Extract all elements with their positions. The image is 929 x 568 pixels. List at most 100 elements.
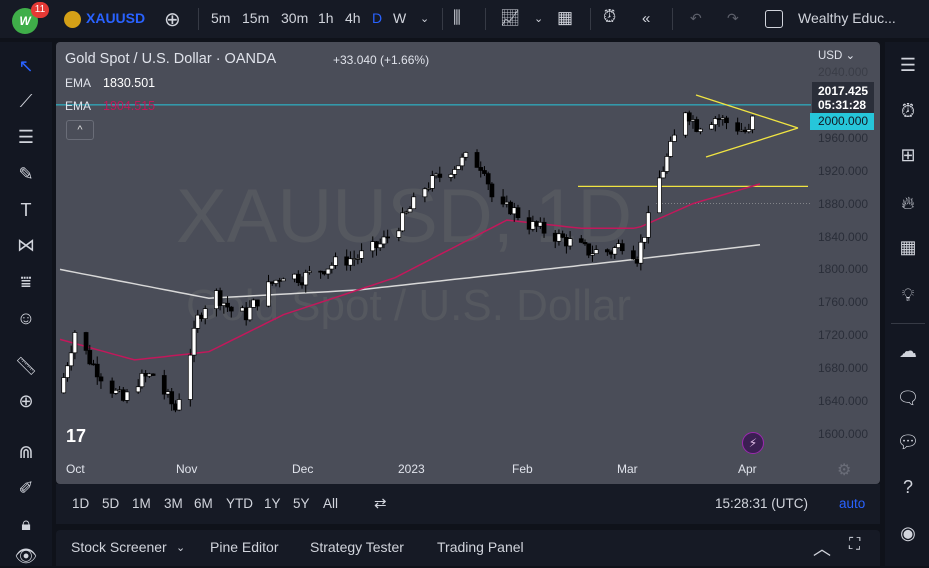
timeframe-1m[interactable]: 1M	[132, 496, 151, 511]
interval-15m[interactable]: 15m	[242, 10, 269, 26]
tradingview-logo: 17	[66, 426, 87, 446]
trend-line-icon[interactable]: ⟋	[14, 89, 38, 113]
timeframe-1y[interactable]: 1Y	[264, 496, 281, 511]
eye-icon[interactable]: 👁︎	[14, 544, 38, 568]
candle-body	[429, 175, 435, 189]
interval-w[interactable]: W	[393, 10, 406, 26]
pattern-icon[interactable]: ⋈	[14, 233, 38, 257]
maximize-panel-icon[interactable]: ⛶	[849, 536, 860, 554]
undo-icon[interactable]: ↶	[690, 10, 702, 27]
interval-1h[interactable]: 1h	[318, 10, 334, 26]
candle-body	[325, 268, 331, 275]
chats-icon[interactable]: 🗨︎	[895, 385, 921, 411]
price-tick: 1880.000	[818, 196, 869, 211]
prediction-icon[interactable]: ⩸	[14, 270, 38, 294]
alarm-icon[interactable]: ⏰︎	[895, 98, 921, 124]
interval-chevron-icon[interactable]: ⌄	[420, 12, 429, 25]
zoom-in-icon[interactable]: ⊕	[14, 389, 38, 413]
timeframe-6m[interactable]: 6M	[194, 496, 213, 511]
candle-body	[254, 299, 260, 307]
candle-body	[489, 183, 495, 198]
cursor-icon[interactable]: ↖	[14, 54, 38, 78]
notification-badge: 11	[31, 2, 49, 18]
candle-body	[660, 171, 666, 179]
text-icon[interactable]: T	[14, 198, 38, 222]
candle-body	[385, 236, 391, 239]
lock-icon[interactable]: 🔒︎	[14, 512, 38, 536]
timeframe-3m[interactable]: 3M	[164, 496, 183, 511]
currency-select[interactable]: USD ⌄	[818, 48, 855, 62]
price-change: +33.040 (+1.66%)	[333, 53, 430, 67]
interval-5m[interactable]: 5m	[211, 10, 230, 26]
ideas-bulb-icon[interactable]: 💡︎	[895, 282, 921, 308]
brush-icon[interactable]: ✎	[14, 162, 38, 186]
price-tick: 1720.000	[818, 328, 869, 343]
price-tick: 1680.000	[818, 361, 869, 376]
price-tick: 1960.000	[818, 130, 869, 145]
timeframe-5y[interactable]: 5Y	[293, 496, 310, 511]
messages-icon[interactable]: 💬︎	[895, 429, 921, 455]
ema1-label: EMA	[65, 76, 92, 90]
chat-cloud-icon[interactable]: ☁	[895, 338, 921, 364]
layout-name[interactable]: Wealthy Educ...	[798, 10, 896, 26]
help-icon[interactable]: ?	[895, 474, 921, 500]
hotlist-fire-icon[interactable]: 🔥︎	[895, 190, 921, 216]
collapse-panel-icon[interactable]: ︿	[813, 535, 831, 561]
candle-body	[578, 238, 584, 243]
time-tick: Apr	[738, 462, 757, 476]
candle-body	[202, 308, 208, 320]
add-list-icon[interactable]: ⊞	[895, 142, 921, 168]
templates-grid-icon[interactable]: ▦	[557, 8, 573, 28]
time-tick: Dec	[292, 462, 314, 476]
watchlist-icon[interactable]: ☰	[895, 52, 921, 78]
magnet-icon[interactable]: ⋒	[14, 440, 38, 464]
tab-strategy-tester[interactable]: Strategy Tester	[310, 539, 404, 555]
screener-chevron-icon[interactable]: ⌄	[176, 541, 185, 554]
timeframe-5d[interactable]: 5D	[102, 496, 119, 511]
timeframe-all[interactable]: All	[323, 496, 338, 511]
price-tick: 1760.000	[818, 295, 869, 310]
lightning-icon[interactable]: ⚡︎	[742, 432, 764, 454]
chart-area[interactable]: XAUUSD, 1D Gold Spot / U.S. Dollar Gold …	[56, 42, 880, 484]
redo-icon[interactable]: ↷	[727, 10, 739, 27]
candles-chart-type-icon[interactable]: ⫼	[453, 8, 461, 28]
auto-scale-button[interactable]: auto	[839, 496, 865, 511]
tab-pine-editor[interactable]: Pine Editor	[210, 539, 278, 555]
date-range-icon[interactable]: ⇄	[374, 494, 387, 512]
candle-body	[422, 188, 428, 198]
time-tick: Feb	[512, 462, 533, 476]
timeframe-1d[interactable]: 1D	[72, 496, 89, 511]
compare-plus-icon[interactable]: ⊕	[164, 7, 181, 32]
indicators-chevron-icon[interactable]: ⌄	[534, 12, 543, 25]
calendar-icon[interactable]: ▦	[895, 234, 921, 260]
candle-body	[750, 115, 755, 130]
candle-body	[452, 169, 458, 175]
time-tick: Nov	[176, 462, 198, 476]
fullscreen-checkbox-icon[interactable]	[765, 10, 783, 28]
tab-stock-screener[interactable]: Stock Screener	[71, 539, 167, 555]
indicators-icon[interactable]: 📈︎	[500, 8, 520, 28]
symbol-search[interactable]: XAUUSD	[86, 10, 145, 26]
collapse-legend-button[interactable]: ^	[66, 120, 94, 140]
interval-30m[interactable]: 30m	[281, 10, 308, 26]
interval-4h[interactable]: 4h	[345, 10, 361, 26]
bottom-panel-tabs: Stock Screener ⌄ Pine Editor Strategy Te…	[56, 530, 880, 566]
candle-body	[295, 273, 301, 283]
candle-body	[72, 332, 78, 354]
replay-icon[interactable]: «	[642, 10, 650, 27]
utc-clock[interactable]: 15:28:31 (UTC)	[715, 496, 808, 511]
emoji-icon[interactable]: ☺	[14, 306, 38, 330]
broadcast-icon[interactable]: ◉	[895, 520, 921, 546]
settings-gear-icon[interactable]: ⚙︎	[837, 460, 851, 480]
alert-clock-icon[interactable]: ⏰︎	[603, 7, 616, 27]
candle-body	[187, 354, 193, 400]
ruler-icon[interactable]: 📏︎	[14, 354, 38, 378]
lock-drawing-icon[interactable]: ✐	[14, 476, 38, 500]
candle-body	[83, 332, 89, 351]
chart-title: Gold Spot / U.S. Dollar · OANDA	[65, 51, 277, 67]
interval-d[interactable]: D	[372, 10, 382, 26]
price-chart[interactable]: XAUUSD, 1D Gold Spot / U.S. Dollar	[56, 42, 880, 484]
tab-trading-panel[interactable]: Trading Panel	[437, 539, 524, 555]
fib-lines-icon[interactable]: ☰	[14, 125, 38, 149]
timeframe-ytd[interactable]: YTD	[226, 496, 253, 511]
